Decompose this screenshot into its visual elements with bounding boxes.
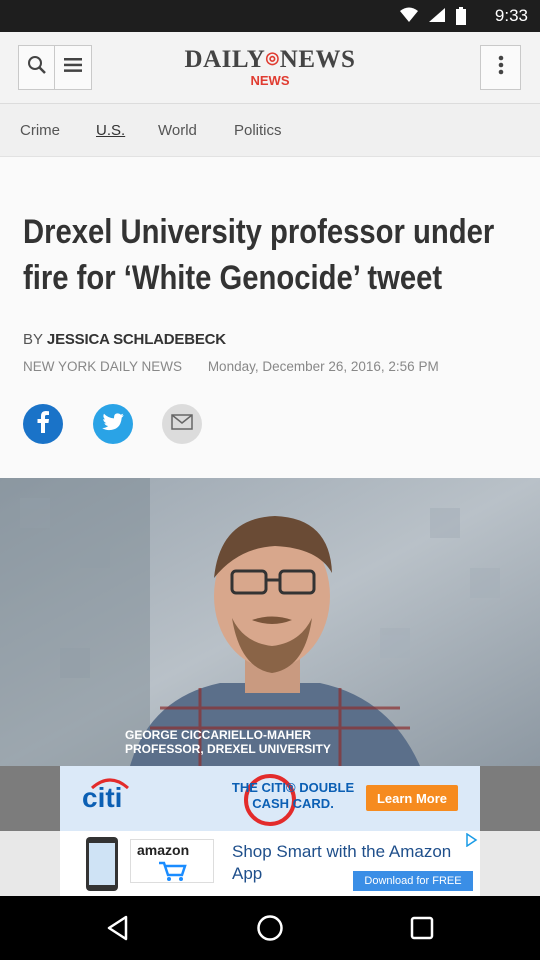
recents-square-icon	[410, 916, 434, 945]
amazon-ad[interactable]: amazon Shop Smart with the Amazon App Do…	[60, 831, 480, 896]
byline-prefix: BY	[23, 331, 43, 348]
section-nav: Crime U.S. World Politics	[0, 104, 540, 157]
nav-item-us[interactable]: U.S.	[96, 122, 125, 139]
status-icons	[400, 7, 474, 25]
share-email-button[interactable]	[162, 404, 202, 444]
back-triangle-icon	[106, 915, 130, 946]
citi-ad-banner[interactable]: citi THE CITI® DOUBLE CASH CARD. Learn M…	[0, 766, 540, 831]
daily-news-logo[interactable]: DAILY◎NEWS NEWS	[0, 46, 540, 88]
article-meta: NEW YORK DAILY NEWS Monday, December 26,…	[23, 359, 439, 374]
home-button[interactable]	[256, 914, 284, 947]
byline: BY JESSICA SCHLADEBECK	[23, 331, 226, 348]
nav-item-crime[interactable]: Crime	[20, 122, 60, 139]
amazon-app-icon: amazon	[130, 839, 214, 883]
twitter-icon	[102, 412, 124, 436]
article-header: Drexel University professor under fire f…	[0, 157, 540, 479]
photo-caption: GEORGE CICCARIELLO-MAHER PROFESSOR, DREX…	[125, 728, 331, 756]
mail-icon	[171, 413, 193, 435]
shopping-cart-icon	[159, 861, 187, 881]
more-vertical-icon	[498, 55, 504, 80]
facebook-icon	[36, 410, 50, 438]
share-twitter-button[interactable]	[93, 404, 133, 444]
author-name[interactable]: JESSICA SCHLADEBECK	[47, 331, 226, 348]
citi-ad[interactable]: citi THE CITI® DOUBLE CASH CARD. Learn M…	[60, 766, 480, 831]
article-photo[interactable]: GEORGE CICCARIELLO-MAHER PROFESSOR, DREX…	[0, 478, 540, 766]
logo-section-label: NEWS	[250, 73, 290, 88]
publish-date: Monday, December 26, 2016, 2:56 PM	[207, 359, 439, 374]
amazon-ad-banner[interactable]: amazon Shop Smart with the Amazon App Do…	[0, 831, 540, 896]
phone-image	[86, 837, 118, 891]
system-navigation-bar	[0, 896, 540, 960]
recents-button[interactable]	[408, 916, 436, 944]
home-circle-icon	[256, 914, 284, 947]
publisher-name: NEW YORK DAILY NEWS	[23, 359, 183, 374]
wifi-icon	[400, 7, 418, 25]
status-bar: 9:33	[0, 0, 540, 32]
status-time: 9:33	[494, 6, 528, 25]
logo-wordmark: DAILY◎NEWS	[184, 46, 356, 73]
citi-learn-more-button[interactable]: Learn More	[366, 785, 458, 811]
nav-item-world[interactable]: World	[158, 122, 197, 139]
back-button[interactable]	[104, 915, 132, 946]
article-headline: Drexel University professor under fire f…	[23, 213, 495, 297]
battery-icon	[456, 7, 474, 25]
citi-ad-headline: THE CITI® DOUBLE CASH CARD.	[231, 780, 355, 811]
share-facebook-button[interactable]	[23, 404, 63, 444]
overflow-menu-button[interactable]	[480, 45, 521, 90]
app-header: DAILY◎NEWS NEWS	[0, 32, 540, 104]
signal-icon	[428, 7, 446, 25]
person-portrait-image	[0, 478, 540, 766]
adchoices-icon[interactable]	[464, 833, 478, 847]
logo-star-icon: ◎	[265, 50, 280, 67]
citi-arc-icon	[91, 778, 129, 790]
amazon-download-button[interactable]: Download for FREE	[353, 871, 473, 891]
nav-item-politics[interactable]: Politics	[234, 122, 282, 139]
